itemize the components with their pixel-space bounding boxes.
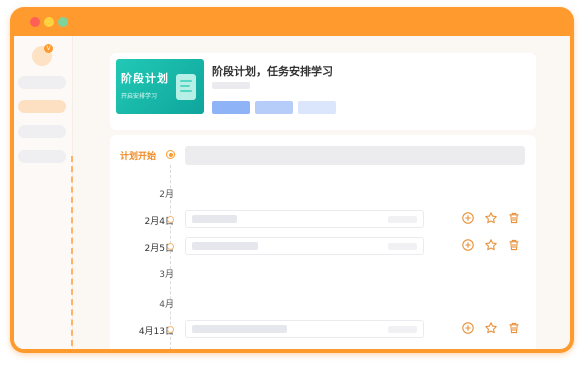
- plan-start-label: 计划开始: [120, 152, 157, 162]
- course-banner[interactable]: 阶段计划 开启安排学习: [116, 59, 204, 114]
- close-window-button[interactable]: [30, 17, 40, 27]
- trash-icon[interactable]: [507, 238, 521, 252]
- sidebar-item[interactable]: [18, 125, 66, 138]
- month-label: 4月: [159, 300, 174, 310]
- star-icon[interactable]: [484, 321, 498, 335]
- plan-start-field[interactable]: [185, 146, 525, 165]
- task-title-placeholder: [192, 215, 237, 223]
- month-label: 3月: [159, 270, 174, 280]
- task-title-placeholder: [192, 242, 258, 250]
- trash-icon[interactable]: [507, 321, 521, 335]
- sidebar-item[interactable]: [18, 76, 66, 89]
- banner-subtitle: 开启安排学习: [121, 93, 158, 100]
- document-icon: [176, 74, 196, 100]
- course-meta-placeholder: [212, 82, 250, 89]
- timeline-node-icon: [167, 216, 174, 223]
- course-header-card: 阶段计划 开启安排学习 阶段计划，任务安排学习: [110, 53, 536, 130]
- course-tag: [255, 101, 293, 114]
- task-meta-placeholder: [388, 326, 417, 333]
- start-node-icon: [166, 150, 175, 159]
- timeline-tick: [169, 302, 171, 304]
- add-icon[interactable]: [461, 238, 475, 252]
- sidebar-item-active[interactable]: [18, 100, 66, 113]
- course-tag: [298, 101, 336, 114]
- minimize-window-button[interactable]: [44, 17, 54, 27]
- task-meta-placeholder: [388, 243, 417, 250]
- sidebar: V: [14, 36, 73, 349]
- add-icon[interactable]: [461, 321, 475, 335]
- timeline-node-icon: [167, 326, 174, 333]
- vip-badge: V: [44, 44, 53, 53]
- month-label: 2月: [159, 190, 174, 200]
- banner-title: 阶段计划: [121, 72, 169, 85]
- timeline-tick: [169, 272, 171, 274]
- course-tag: [212, 101, 250, 114]
- app-window: V 阶段计划 开启安排学习 阶段计划，任务安排学习 计划开始 2月 2月4日 2…: [10, 7, 574, 353]
- task-item[interactable]: [185, 320, 424, 338]
- task-title-placeholder: [192, 325, 287, 333]
- add-icon[interactable]: [461, 211, 475, 225]
- sidebar-item[interactable]: [18, 150, 66, 163]
- timeline-card: 计划开始 2月 2月4日 2月5日 3月 4月 4月13日: [110, 135, 536, 349]
- star-icon[interactable]: [484, 211, 498, 225]
- sidebar-resize-handle[interactable]: [71, 156, 73, 346]
- timeline-node-icon: [167, 243, 174, 250]
- task-meta-placeholder: [388, 216, 417, 223]
- timeline-tick: [169, 192, 171, 194]
- task-item[interactable]: [185, 237, 424, 255]
- course-title: 阶段计划，任务安排学习: [212, 65, 333, 78]
- maximize-window-button[interactable]: [58, 17, 68, 27]
- app-content: V 阶段计划 开启安排学习 阶段计划，任务安排学习 计划开始 2月 2月4日 2…: [14, 36, 570, 349]
- star-icon[interactable]: [484, 238, 498, 252]
- task-item[interactable]: [185, 210, 424, 228]
- trash-icon[interactable]: [507, 211, 521, 225]
- title-bar: [10, 7, 574, 35]
